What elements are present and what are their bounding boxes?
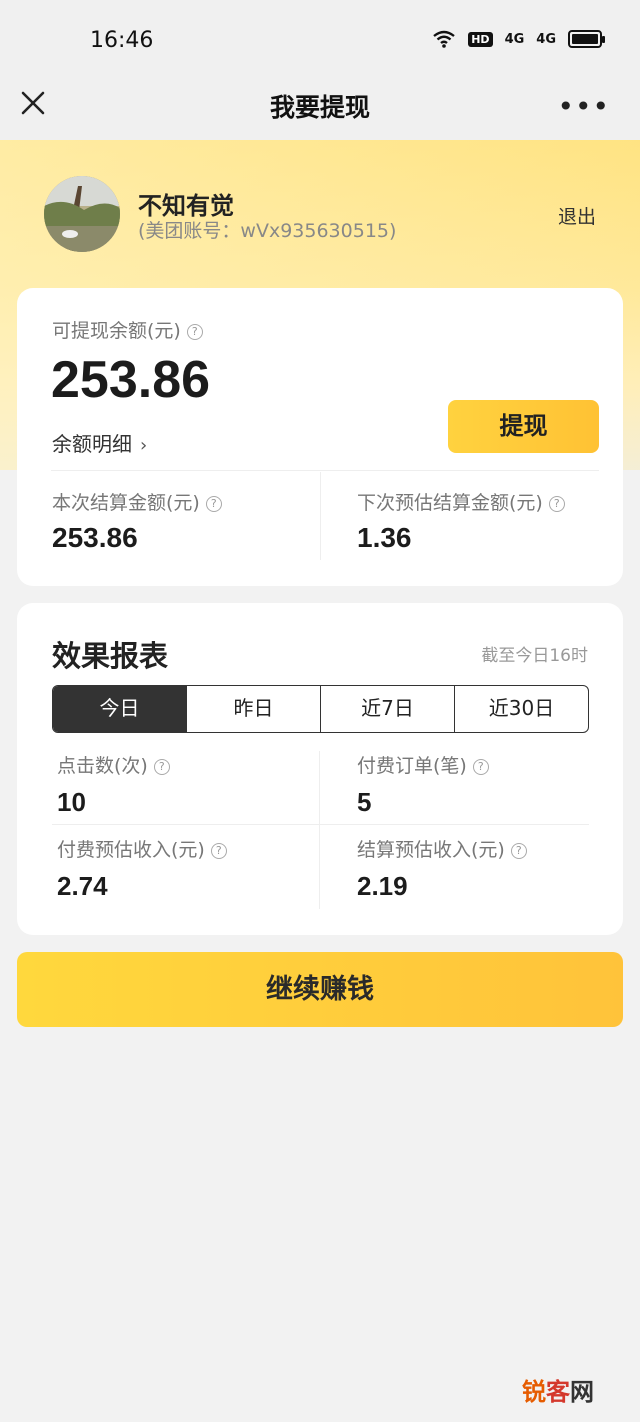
tab-7-days[interactable]: 近7日 (320, 686, 454, 732)
signal-4g-icon-1: 4G (504, 31, 525, 47)
status-time: 16:46 (90, 28, 154, 53)
paid-orders-value: 5 (357, 787, 372, 817)
paid-income-value: 2.74 (57, 871, 108, 901)
more-icon[interactable]: ••• (557, 90, 610, 123)
user-account: (美团账号：wVx935630515) (138, 220, 397, 242)
help-icon[interactable]: ? (186, 323, 203, 340)
help-icon[interactable]: ? (548, 495, 565, 512)
watermark: 锐客网 (522, 1378, 594, 1406)
settle-income-label: 结算预估收入(元)? (357, 835, 527, 862)
logout-button[interactable]: 退出 (558, 202, 596, 229)
paid-orders-label: 付费订单(笔)? (357, 751, 489, 778)
next-settle-label: 下次预估结算金额(元)? (357, 488, 565, 515)
chevron-right-icon: › (140, 435, 148, 456)
tab-30-days[interactable]: 近30日 (454, 686, 588, 732)
clicks-label: 点击数(次)? (57, 751, 170, 778)
withdraw-button[interactable]: 提现 (448, 400, 599, 453)
report-note: 截至今日16时 (481, 646, 588, 666)
tab-yesterday[interactable]: 昨日 (186, 686, 320, 732)
period-tabs: 今日 昨日 近7日 近30日 (52, 685, 589, 733)
next-settle-value: 1.36 (357, 522, 412, 553)
current-settle-value: 253.86 (52, 522, 138, 553)
clicks-value: 10 (57, 787, 86, 817)
avatar (44, 176, 120, 252)
balance-label: 可提现余额(元)? (52, 316, 203, 343)
help-icon[interactable]: ? (153, 758, 170, 775)
signal-4g-icon-2: 4G (536, 31, 556, 47)
status-icons: HD 4G 4G (432, 30, 605, 48)
current-settle-label: 本次结算金额(元)? (52, 488, 222, 515)
settle-income-value: 2.19 (357, 871, 408, 901)
paid-income-label: 付费预估收入(元)? (57, 835, 227, 862)
continue-earning-button[interactable]: 继续赚钱 (17, 952, 623, 1027)
balance-detail-link[interactable]: 余额明细 › (52, 428, 147, 457)
help-icon[interactable]: ? (472, 758, 489, 775)
help-icon[interactable]: ? (510, 842, 527, 859)
report-card: 效果报表 截至今日16时 今日 昨日 近7日 近30日 点击数(次)? 10 付… (17, 603, 623, 935)
balance-value: 253.86 (51, 351, 211, 409)
balance-card: 可提现余额(元)? 253.86 余额明细 › 提现 本次结算金额(元)? 253… (17, 288, 623, 586)
battery-icon (568, 30, 605, 48)
page-title: 我要提现 (269, 93, 370, 122)
report-title: 效果报表 (52, 639, 169, 673)
help-icon[interactable]: ? (210, 842, 227, 859)
nav-bar: 我要提现 ••• (0, 72, 640, 140)
hd-icon: HD (468, 31, 493, 47)
wifi-icon (432, 30, 456, 48)
tab-today[interactable]: 今日 (53, 686, 186, 732)
status-bar: 16:46 HD 4G 4G (0, 0, 640, 80)
help-icon[interactable]: ? (205, 495, 222, 512)
